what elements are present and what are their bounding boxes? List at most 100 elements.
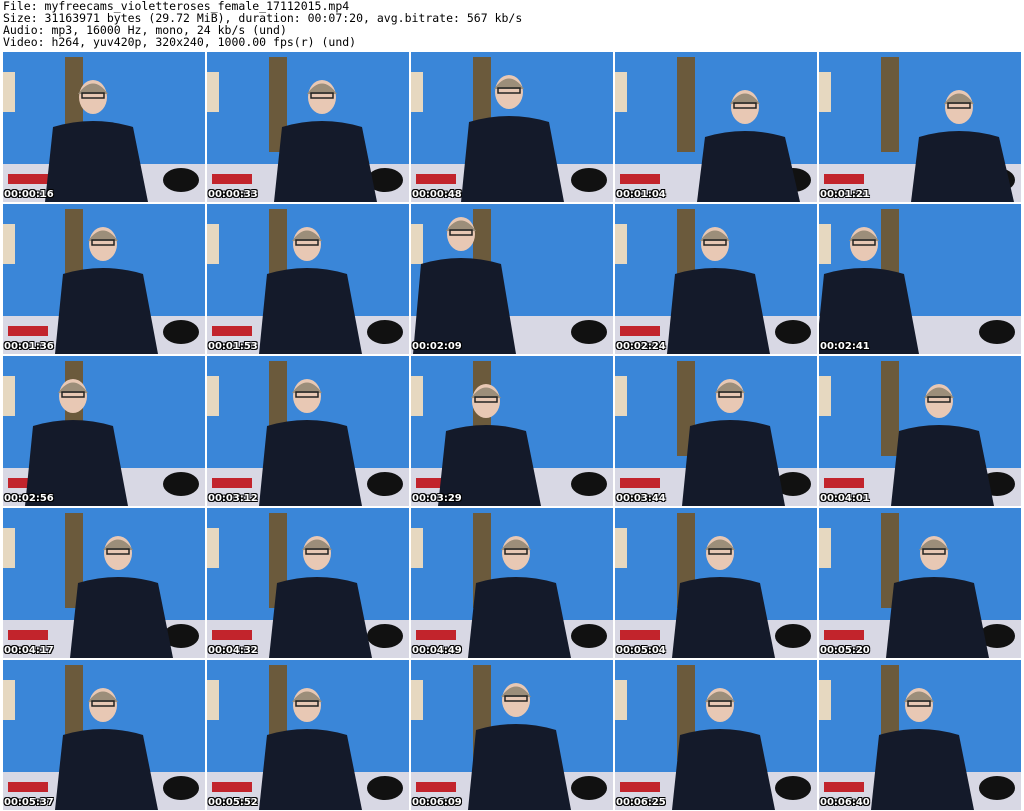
doorframe	[881, 57, 899, 152]
webcam-frame	[615, 356, 817, 506]
person-torso	[55, 729, 158, 810]
wall-poster	[411, 72, 423, 112]
webcam-frame	[3, 356, 205, 506]
webcam-frame	[3, 52, 205, 202]
wall-poster	[615, 224, 627, 264]
red-object	[8, 782, 48, 792]
black-cat	[367, 624, 403, 648]
wall-poster	[207, 680, 219, 720]
video-thumbnail: 00:03:12	[207, 356, 409, 506]
thumbnail-timestamp: 00:02:24	[616, 341, 666, 352]
red-object	[212, 782, 252, 792]
video-thumbnail: 00:00:16	[3, 52, 205, 202]
wall-poster	[3, 376, 15, 416]
webcam-frame	[615, 660, 817, 810]
red-object	[212, 478, 252, 488]
wall-poster	[615, 528, 627, 568]
red-object	[416, 630, 456, 640]
thumbnail-timestamp: 00:01:04	[616, 189, 666, 200]
person-torso	[70, 577, 173, 658]
person-torso	[886, 577, 989, 658]
red-object	[620, 326, 660, 336]
thumbnail-timestamp: 00:03:44	[616, 493, 666, 504]
webcam-frame	[411, 52, 613, 202]
person-torso	[259, 268, 362, 354]
wall-poster	[819, 376, 831, 416]
wall-poster	[615, 376, 627, 416]
person-torso	[911, 131, 1014, 202]
person-torso	[468, 724, 571, 810]
webcam-frame	[411, 660, 613, 810]
person-torso	[461, 116, 564, 202]
video-thumbnail: 00:03:29	[411, 356, 613, 506]
black-cat	[775, 320, 811, 344]
black-cat	[367, 776, 403, 800]
video-thumbnail: 00:01:36	[3, 204, 205, 354]
person-torso	[413, 258, 516, 354]
thumbnail-timestamp: 00:00:16	[4, 189, 54, 200]
webcam-frame	[207, 508, 409, 658]
thumbnail-timestamp: 00:01:53	[208, 341, 258, 352]
video-thumbnail: 00:03:44	[615, 356, 817, 506]
thumbnail-grid: 00:00:16 00:00:33 00:00:48 00:01:04 00:01:21…	[3, 52, 1023, 811]
webcam-frame	[615, 52, 817, 202]
file-info-header: File: myfreecams_violetteroses_female_17…	[0, 0, 1024, 50]
person-torso	[259, 420, 362, 506]
wall-poster	[819, 528, 831, 568]
red-object	[8, 326, 48, 336]
person-torso	[682, 420, 785, 506]
red-object	[620, 630, 660, 640]
doorframe	[881, 361, 899, 456]
red-object	[824, 782, 864, 792]
red-object	[824, 630, 864, 640]
red-object	[824, 478, 864, 488]
person-torso	[871, 729, 974, 810]
wall-poster	[207, 224, 219, 264]
video-thumbnail: 00:06:25	[615, 660, 817, 810]
webcam-frame	[615, 508, 817, 658]
wall-poster	[3, 680, 15, 720]
thumbnail-timestamp: 00:06:40	[820, 797, 870, 808]
webcam-frame	[207, 660, 409, 810]
wall-poster	[207, 528, 219, 568]
red-object	[620, 174, 660, 184]
thumbnail-timestamp: 00:01:36	[4, 341, 54, 352]
thumbnail-timestamp: 00:05:52	[208, 797, 258, 808]
webcam-frame	[207, 52, 409, 202]
wall-poster	[615, 72, 627, 112]
person-torso	[672, 577, 775, 658]
video-thumbnail: 00:04:17	[3, 508, 205, 658]
person-torso	[891, 425, 994, 506]
wall-poster	[819, 72, 831, 112]
video-thumbnail: 00:04:49	[411, 508, 613, 658]
person-torso	[45, 121, 148, 202]
wall-poster	[411, 528, 423, 568]
wall-poster	[411, 376, 423, 416]
wall-poster	[3, 528, 15, 568]
wall-poster	[819, 224, 831, 264]
video-thumbnail: 00:06:09	[411, 660, 613, 810]
black-cat	[775, 624, 811, 648]
red-object	[824, 174, 864, 184]
webcam-frame	[819, 52, 1021, 202]
webcam-frame	[3, 204, 205, 354]
black-cat	[571, 168, 607, 192]
video-thumbnail: 00:04:01	[819, 356, 1021, 506]
black-cat	[775, 776, 811, 800]
wall-poster	[207, 376, 219, 416]
black-cat	[367, 472, 403, 496]
thumbnail-timestamp: 00:02:56	[4, 493, 54, 504]
video-thumbnail: 00:01:21	[819, 52, 1021, 202]
video-thumbnail: 00:00:48	[411, 52, 613, 202]
black-cat	[979, 776, 1015, 800]
video-thumbnail: 00:05:52	[207, 660, 409, 810]
wall-poster	[411, 224, 423, 264]
video-thumbnail: 00:02:41	[819, 204, 1021, 354]
black-cat	[163, 168, 199, 192]
webcam-frame	[3, 660, 205, 810]
black-cat	[571, 472, 607, 496]
red-object	[416, 174, 456, 184]
thumbnail-timestamp: 00:03:29	[412, 493, 462, 504]
webcam-frame	[411, 356, 613, 506]
red-object	[8, 174, 48, 184]
